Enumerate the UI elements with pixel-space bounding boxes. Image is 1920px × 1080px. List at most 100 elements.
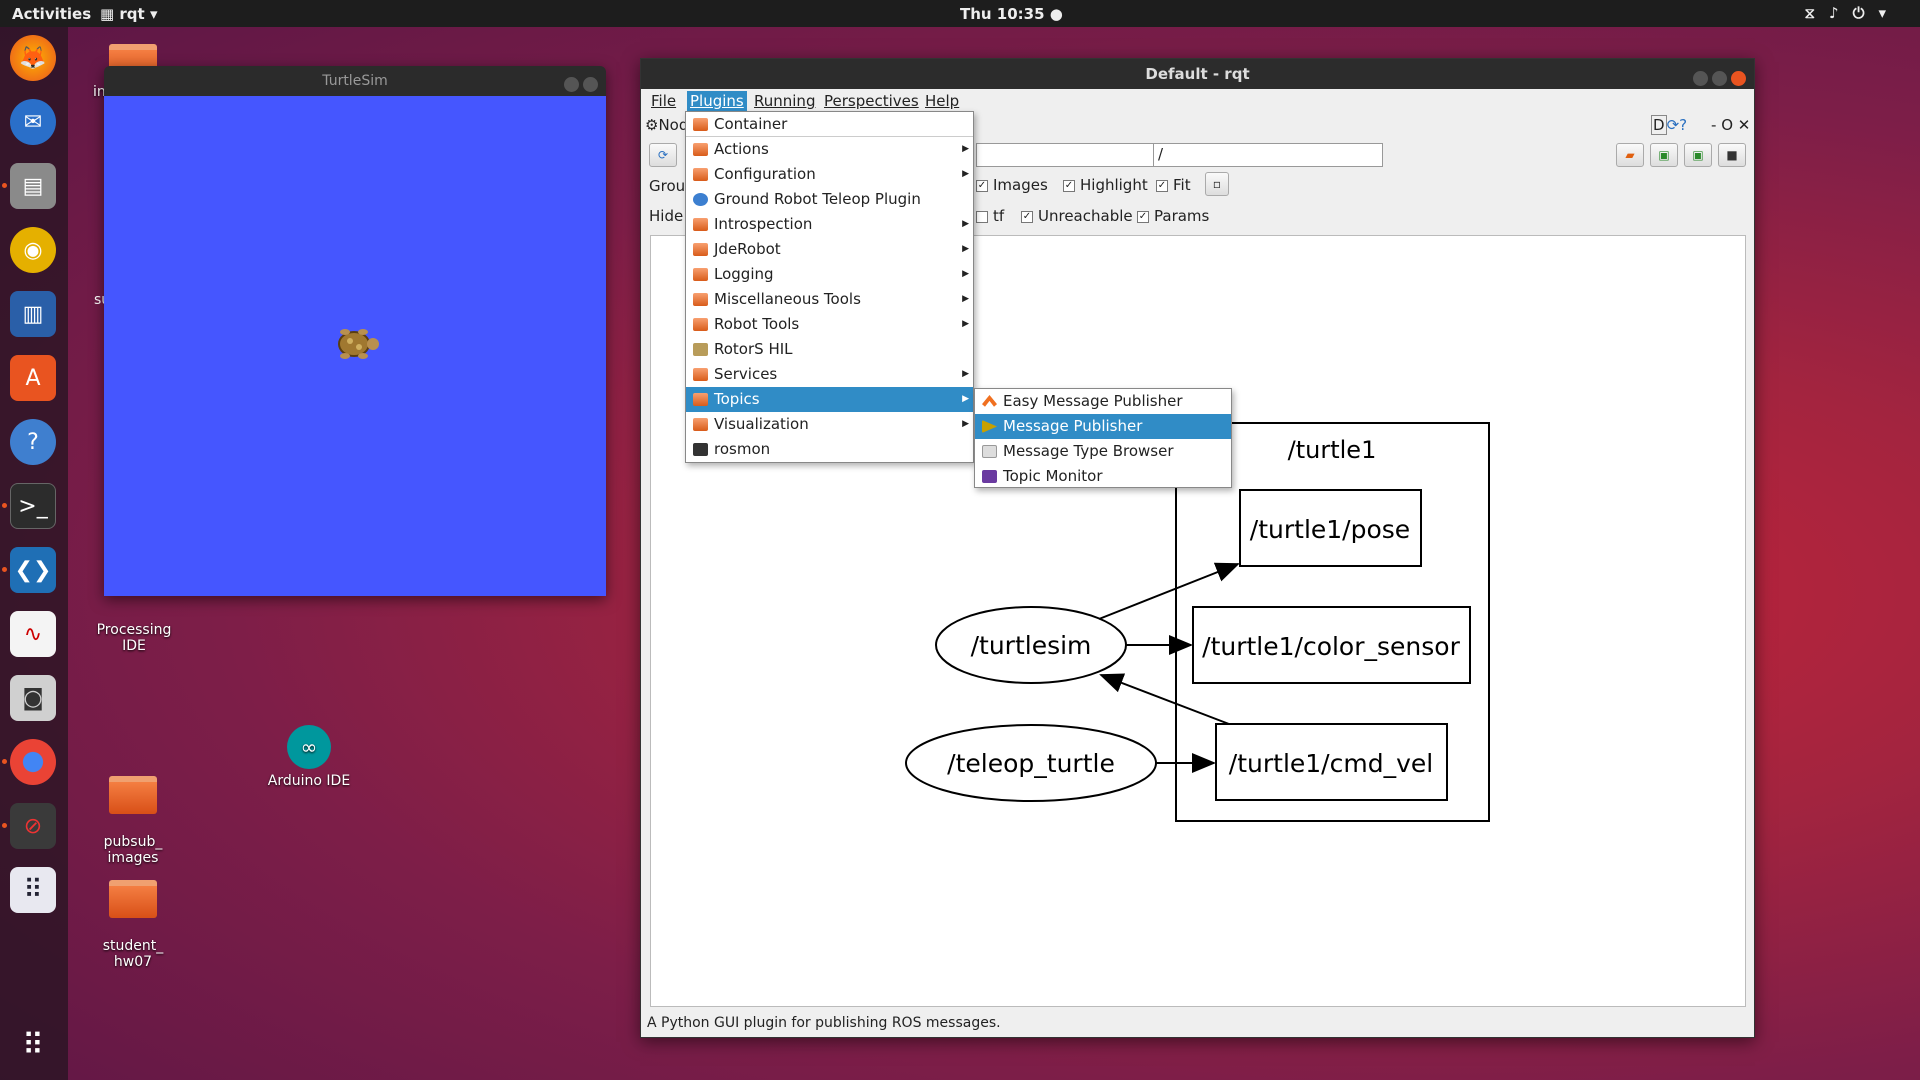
menu-item[interactable]: Services ▶: [686, 362, 973, 387]
menu-item[interactable]: RotorS HIL: [686, 337, 973, 362]
highlight-checkbox[interactable]: ✓: [1063, 179, 1075, 192]
option-images[interactable]: ✓ Images: [976, 176, 1048, 194]
menu-item-label: Easy Message Publisher: [1003, 392, 1183, 410]
close-button[interactable]: [1731, 71, 1746, 86]
minimize-button[interactable]: [564, 77, 579, 92]
rqt-titlebar[interactable]: Default - rqt: [641, 59, 1754, 89]
document-viewer-icon[interactable]: ∿: [10, 611, 56, 657]
help-icon[interactable]: ?: [1679, 116, 1687, 134]
menu-perspectives[interactable]: Perspectives: [821, 91, 922, 111]
menu-item-label: Container: [714, 115, 788, 133]
cluster-label: /turtle1: [1288, 436, 1377, 464]
desktop-pubsub-images[interactable]: pubsub_ images: [83, 760, 183, 866]
software-center-icon[interactable]: A: [10, 355, 56, 401]
folder-icon: [109, 880, 157, 918]
desktop-arduino-ide[interactable]: ∞ Arduino IDE: [259, 725, 359, 789]
save-dot-button[interactable]: ▣: [1650, 143, 1678, 167]
menu-item[interactable]: Container: [686, 112, 973, 137]
clock[interactable]: Thu 10:35 ●: [960, 5, 1063, 23]
option-fit[interactable]: ✓ Fit: [1156, 176, 1191, 194]
folder-icon: [693, 268, 708, 281]
menu-item-label: Introspection: [714, 215, 813, 233]
unreachable-checkbox[interactable]: ✓: [1021, 210, 1033, 223]
menu-item[interactable]: Visualization ▶: [686, 412, 973, 437]
menu-help[interactable]: Help: [922, 91, 962, 111]
close-icon[interactable]: ✕: [1738, 116, 1751, 134]
save-image-button[interactable]: ■: [1718, 143, 1746, 167]
fit-view-button[interactable]: ▫: [1205, 172, 1229, 196]
menu-file[interactable]: File: [648, 91, 679, 111]
refresh-button[interactable]: ⟳: [649, 143, 677, 167]
menu-plugins[interactable]: Plugins: [687, 91, 747, 111]
menu-item[interactable]: Introspection ▶: [686, 212, 973, 237]
help-icon[interactable]: ?: [10, 419, 56, 465]
menu-item[interactable]: Actions ▶: [686, 137, 973, 162]
vscode-icon[interactable]: ❮❯: [10, 547, 56, 593]
node-label: /teleop_turtle: [947, 749, 1115, 778]
option-params[interactable]: ✓ Params: [1137, 207, 1209, 225]
blocked-app-icon[interactable]: ⊘: [10, 803, 56, 849]
menu-item-label: Actions: [714, 140, 769, 158]
params-checkbox[interactable]: ✓: [1137, 210, 1149, 223]
firefox-icon[interactable]: 🦊: [10, 35, 56, 81]
terminal-icon[interactable]: >_: [10, 483, 56, 529]
camera-icon[interactable]: ◙: [10, 675, 56, 721]
menu-item[interactable]: JdeRobot ▶: [686, 237, 973, 262]
option-highlight[interactable]: ✓ Highlight: [1063, 176, 1148, 194]
folder-icon: [693, 168, 708, 181]
restore-icon[interactable]: O: [1721, 116, 1733, 134]
folder-icon: [693, 368, 708, 381]
menu-item-label: Miscellaneous Tools: [714, 290, 861, 308]
menu-item[interactable]: Easy Message Publisher: [975, 389, 1231, 414]
menu-item[interactable]: Topic Monitor: [975, 464, 1231, 489]
fit-checkbox[interactable]: ✓: [1156, 179, 1168, 192]
plugin-tab[interactable]: ⚙Nod: [645, 116, 688, 134]
menu-item[interactable]: Topics ▶: [686, 387, 973, 412]
menu-item[interactable]: Configuration ▶: [686, 162, 973, 187]
menu-running[interactable]: Running: [751, 91, 818, 111]
plugin-window-controls[interactable]: - O ✕: [1711, 116, 1750, 134]
menu-item[interactable]: Miscellaneous Tools ▶: [686, 287, 973, 312]
desktop-icon-label: Processing IDE: [96, 622, 172, 654]
desktop-icon-label: student_ hw07: [102, 938, 164, 970]
dock-toggle-button[interactable]: D: [1651, 115, 1667, 135]
reload-icon[interactable]: ⟳: [1667, 116, 1680, 134]
option-tf[interactable]: tf: [976, 207, 1004, 225]
rhythmbox-icon[interactable]: ◉: [10, 227, 56, 273]
turtlesim-titlebar[interactable]: TurtleSim: [104, 66, 606, 96]
plugins-menu: Container Actions ▶ Configuration ▶ Ground Ro…: [685, 111, 974, 463]
show-applications-icon[interactable]: ⠿: [10, 1022, 56, 1068]
system-tray[interactable]: ⧖♪⏻▾: [1804, 4, 1900, 22]
desktop-student-hw07[interactable]: student_ hw07: [83, 864, 183, 970]
save-svg-button[interactable]: ▣: [1684, 143, 1712, 167]
menu-item[interactable]: rosmon: [686, 437, 973, 462]
menu-item[interactable]: Message Type Browser: [975, 439, 1231, 464]
images-checkbox[interactable]: ✓: [976, 179, 988, 192]
chrome-icon[interactable]: [10, 739, 56, 785]
menu-item[interactable]: Message Publisher: [975, 414, 1231, 439]
option-unreachable[interactable]: ✓ Unreachable: [1021, 207, 1133, 225]
maximize-button[interactable]: [1712, 71, 1727, 86]
writer-icon[interactable]: ▥: [10, 291, 56, 337]
activities-button[interactable]: Activities: [12, 5, 91, 23]
node-filter-input[interactable]: [976, 143, 1156, 167]
menu-item-label: Topic Monitor: [1003, 467, 1103, 485]
rqt-app-icon[interactable]: ⠿: [10, 867, 56, 913]
minimize-icon[interactable]: -: [1711, 116, 1716, 134]
app-menu[interactable]: ▦ rqt ▾: [100, 5, 157, 23]
save-icon: ▣: [1658, 148, 1670, 162]
plugin-controls[interactable]: D ⟳?: [1651, 115, 1687, 135]
tf-checkbox[interactable]: [976, 210, 988, 223]
menu-item[interactable]: Ground Robot Teleop Plugin: [686, 187, 973, 212]
desktop-processing-ide[interactable]: Processing IDE: [84, 606, 184, 654]
menu-item[interactable]: Logging ▶: [686, 262, 973, 287]
thunderbird-icon[interactable]: ✉: [10, 99, 56, 145]
minimize-button[interactable]: [1693, 71, 1708, 86]
topic-filter-input[interactable]: /: [1153, 143, 1383, 167]
menu-item[interactable]: Robot Tools ▶: [686, 312, 973, 337]
close-button[interactable]: [583, 77, 598, 92]
submenu-arrow-icon: ▶: [962, 144, 969, 154]
load-dot-button[interactable]: ▰: [1616, 143, 1644, 167]
files-icon[interactable]: ▤: [10, 163, 56, 209]
plugin-tab-label: Nod: [658, 116, 689, 134]
